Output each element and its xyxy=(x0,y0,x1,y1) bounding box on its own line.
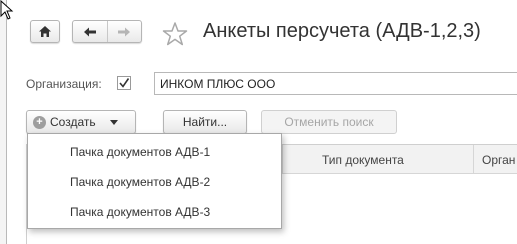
column-header-document-type[interactable]: Тип документа xyxy=(322,153,404,167)
cancel-search-button[interactable]: Отменить поиск xyxy=(261,110,397,134)
forward-button[interactable] xyxy=(107,21,141,42)
back-button[interactable] xyxy=(73,21,107,42)
star-icon[interactable] xyxy=(162,21,188,46)
mouse-cursor-icon xyxy=(0,0,14,20)
menu-item-adv-2[interactable]: Пачка документов АДВ-2 xyxy=(70,175,210,189)
find-button[interactable]: Найти... xyxy=(163,110,247,134)
arrow-left-icon xyxy=(83,27,96,36)
checkmark-icon xyxy=(119,78,130,88)
organization-field[interactable]: ИНКОМ ПЛЮС ООО xyxy=(154,72,517,95)
menu-item-adv-3[interactable]: Пачка документов АДВ-3 xyxy=(70,205,210,219)
organization-filter-checkbox[interactable] xyxy=(117,76,131,90)
chevron-down-icon xyxy=(109,119,118,125)
left-window-edge xyxy=(0,0,7,244)
create-button-label: Создать xyxy=(50,115,96,129)
page-title: Анкеты персучета (АДВ-1,2,3) xyxy=(203,20,481,42)
home-button[interactable] xyxy=(30,20,60,43)
create-button[interactable]: + Создать xyxy=(26,110,136,134)
home-icon xyxy=(39,26,51,37)
column-divider xyxy=(282,145,283,173)
column-divider xyxy=(473,145,474,173)
create-dropdown-menu: Пачка документов АДВ-1 Пачка документов … xyxy=(27,133,282,229)
arrow-right-icon xyxy=(118,27,131,36)
history-nav xyxy=(72,20,142,43)
column-header-organization[interactable]: Орган xyxy=(482,153,515,167)
menu-item-adv-1[interactable]: Пачка документов АДВ-1 xyxy=(70,145,210,159)
plus-icon: + xyxy=(33,115,46,129)
organization-label: Организация: xyxy=(26,77,102,91)
